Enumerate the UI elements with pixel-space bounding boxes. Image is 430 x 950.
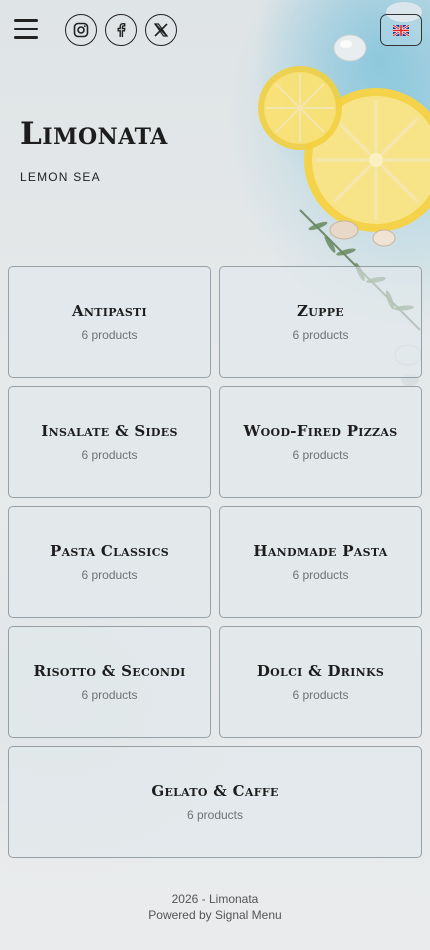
category-name: Antipasti [71,302,147,320]
category-card-risotto-secondi[interactable]: Risotto & Secondi 6 products [8,626,211,738]
category-name: Risotto & Secondi [33,662,186,680]
category-name: Handmade Pasta [253,542,388,560]
category-product-count: 6 products [81,688,138,702]
category-name: Dolci & Drinks [256,662,385,680]
restaurant-subtitle: LEMON SEA [20,170,101,184]
category-name: Zuppe [297,302,344,320]
language-selector-button[interactable] [380,14,422,46]
category-card-antipasti[interactable]: Antipasti 6 products [8,266,211,378]
category-product-count: 6 products [292,688,349,702]
category-name: Insalate & Sides [41,422,178,440]
category-product-count: 6 products [81,448,138,462]
category-name: Gelato & Caffe [151,782,279,800]
category-product-count: 6 products [81,568,138,582]
uk-flag-icon [393,24,409,36]
restaurant-title: Limonata [20,116,168,152]
category-card-gelato-caffe[interactable]: Gelato & Caffe 6 products [8,746,422,858]
category-card-zuppe[interactable]: Zuppe 6 products [219,266,422,378]
footer-powered-by-link[interactable]: Powered by Signal Menu [0,908,430,922]
category-card-dolci-drinks[interactable]: Dolci & Drinks 6 products [219,626,422,738]
category-name: Wood-Fired Pizzas [243,422,398,440]
category-product-count: 6 products [81,328,138,342]
category-card-handmade-pasta[interactable]: Handmade Pasta 6 products [219,506,422,618]
category-card-pasta-classics[interactable]: Pasta Classics 6 products [8,506,211,618]
category-card-insalate-sides[interactable]: Insalate & Sides 6 products [8,386,211,498]
hamburger-menu-icon[interactable] [14,19,38,41]
category-product-count: 6 products [292,568,349,582]
top-bar [0,0,430,60]
category-product-count: 6 products [292,328,349,342]
x-twitter-icon[interactable] [145,14,177,46]
instagram-icon[interactable] [65,14,97,46]
category-name: Pasta Classics [50,542,169,560]
footer-copyright: 2026 - Limonata [171,892,259,906]
facebook-icon[interactable] [105,14,137,46]
category-card-wood-fired-pizzas[interactable]: Wood-Fired Pizzas 6 products [219,386,422,498]
category-product-count: 6 products [186,808,244,822]
category-product-count: 6 products [292,448,349,462]
